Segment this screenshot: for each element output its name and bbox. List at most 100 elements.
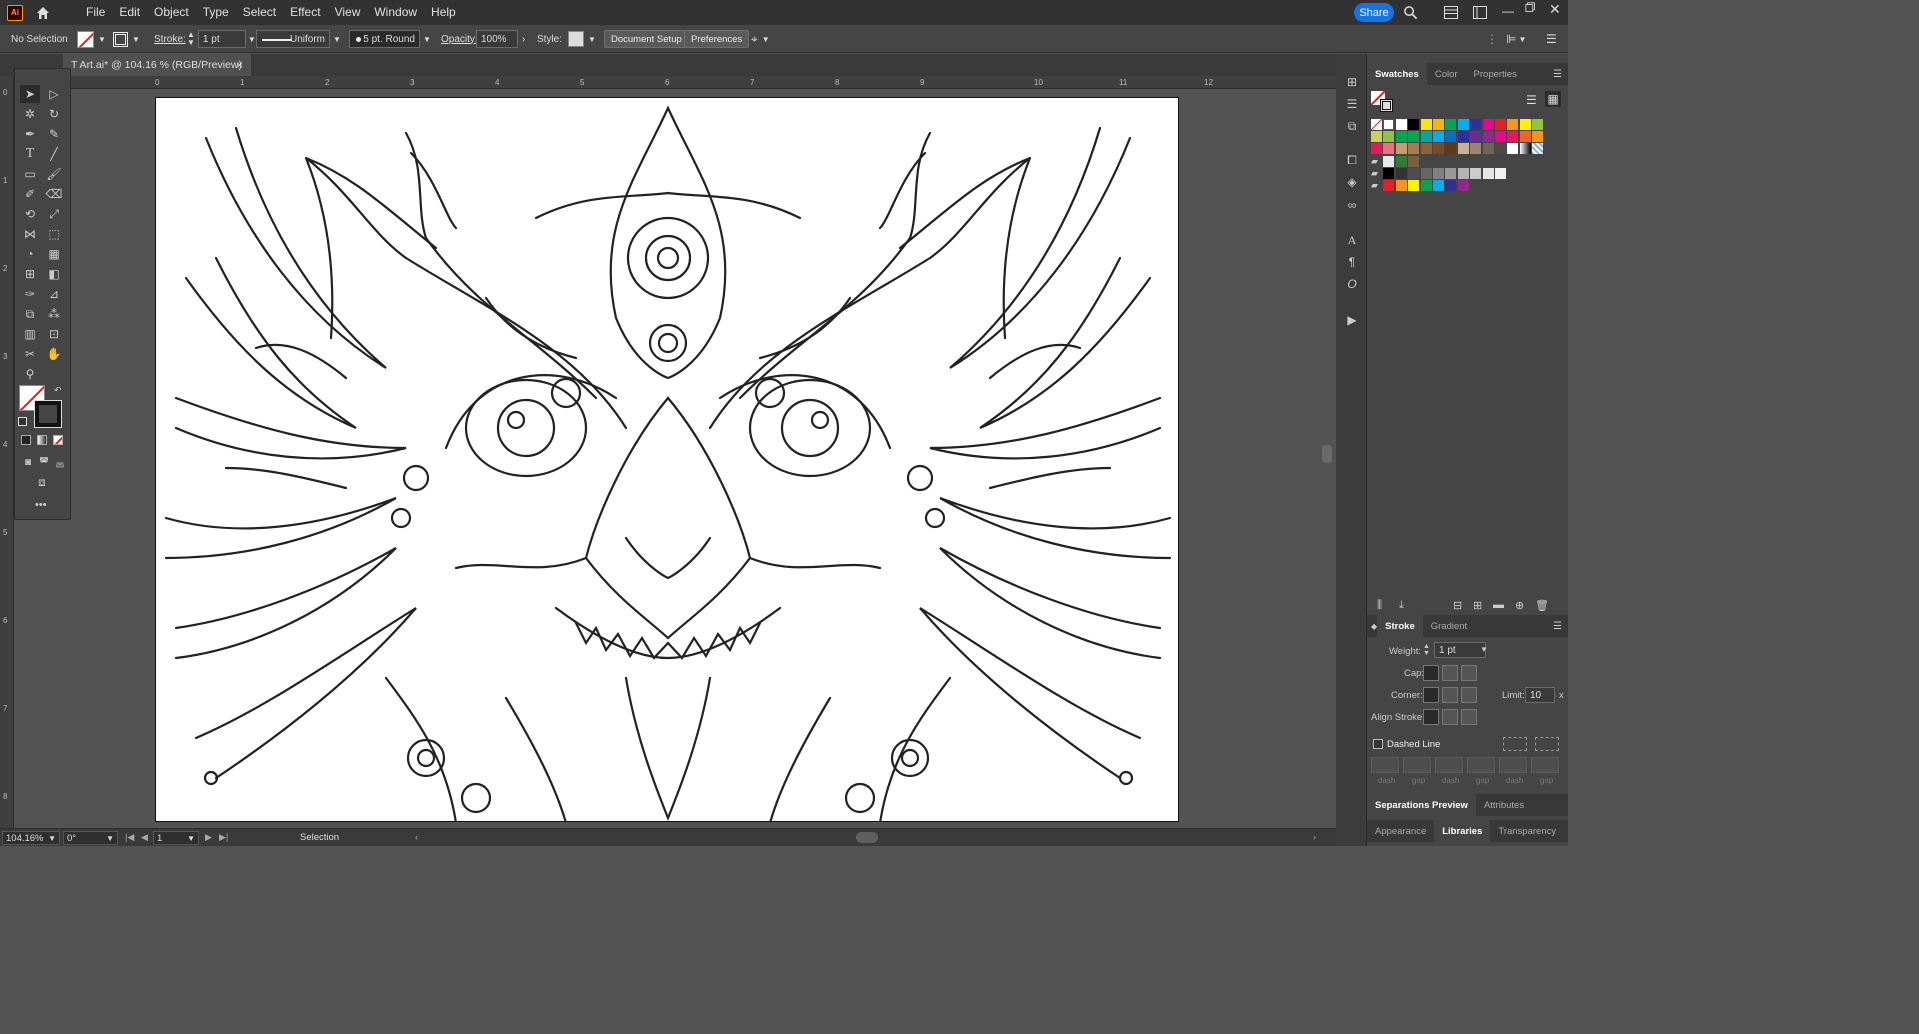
opacity-input[interactable]: 100%: [476, 30, 518, 48]
hand-tool-icon[interactable]: ✋: [44, 345, 64, 363]
weight-input[interactable]: 1 pt: [1434, 642, 1486, 658]
paragraph-panel-icon[interactable]: ¶: [1344, 254, 1360, 270]
screen-mode-icon[interactable]: ⧈: [32, 473, 52, 491]
actions-panel-icon[interactable]: ▶: [1344, 312, 1360, 328]
swatch-chip[interactable]: [1371, 131, 1382, 143]
swatch-chip[interactable]: [1408, 155, 1420, 167]
swatch-libraries-icon[interactable]: ⫼: [1377, 599, 1382, 612]
miter-join-icon[interactable]: [1423, 687, 1439, 703]
tab-appearance[interactable]: Appearance: [1367, 820, 1434, 842]
swap-fill-stroke-icon[interactable]: ↶: [54, 385, 62, 396]
align-center-icon[interactable]: [1423, 709, 1439, 725]
dash-field-2[interactable]: [1435, 757, 1463, 773]
swatch-chip[interactable]: [1519, 131, 1531, 143]
blend-tool-icon[interactable]: ⧉: [20, 305, 40, 323]
tab-attributes[interactable]: Attributes: [1476, 794, 1532, 816]
status-flyout-icon[interactable]: ‹: [415, 832, 418, 842]
swatch-chip[interactable]: [1470, 167, 1482, 179]
minimize-window-icon[interactable]: —: [1502, 4, 1516, 18]
gap-field-2[interactable]: [1467, 757, 1495, 773]
width-tool-icon[interactable]: ⋈: [20, 225, 40, 243]
type-tool-icon[interactable]: T: [20, 145, 40, 163]
pathfinder-panel-icon[interactable]: ⧉: [1344, 118, 1360, 134]
gradient-tool-icon[interactable]: ◧: [44, 265, 64, 283]
projecting-cap-icon[interactable]: [1461, 665, 1477, 681]
eyedropper-tool-icon[interactable]: ✑: [20, 285, 40, 303]
links-panel-icon[interactable]: ∞: [1344, 197, 1360, 213]
transform-options-icon[interactable]: ⌖: [751, 32, 758, 47]
last-artboard-icon[interactable]: ▶|: [219, 832, 228, 843]
swatch-chip[interactable]: [1395, 119, 1407, 130]
zoom-tool-icon[interactable]: ⚲: [20, 365, 40, 383]
distribute-icon[interactable]: ⋮: [1486, 32, 1498, 46]
swatch-chip[interactable]: [1482, 143, 1494, 155]
opentype-panel-icon[interactable]: O: [1344, 276, 1360, 292]
workspace-switcher-icon[interactable]: [1473, 6, 1487, 19]
align-icon[interactable]: ⊫: [1506, 32, 1516, 46]
swatch-chip[interactable]: [1420, 119, 1432, 130]
weight-dropdown-icon[interactable]: ▼: [1480, 645, 1488, 654]
selection-tool-icon[interactable]: ➤: [20, 85, 40, 103]
mesh-tool-icon[interactable]: ⊞: [20, 265, 40, 283]
swatch-chip[interactable]: [1408, 167, 1420, 179]
document-setup-button[interactable]: Document Setup: [604, 30, 689, 48]
line-tool-icon[interactable]: ╱: [44, 145, 64, 163]
swatch-chip[interactable]: [1383, 155, 1395, 167]
swatches-menu-icon[interactable]: ☰: [1553, 69, 1562, 80]
swatch-chip[interactable]: [1457, 119, 1469, 130]
search-icon[interactable]: [1403, 5, 1418, 20]
list-view-icon[interactable]: ☰: [1526, 93, 1537, 107]
gradient-mode-icon[interactable]: [37, 435, 47, 445]
variable-width-profile[interactable]: Uniform: [256, 30, 330, 48]
menu-file[interactable]: File: [79, 0, 112, 25]
draw-inside-icon[interactable]: ◛: [50, 453, 70, 471]
menu-select[interactable]: Select: [236, 0, 283, 25]
swatch-chip[interactable]: [1395, 155, 1407, 167]
menu-help[interactable]: Help: [424, 0, 463, 25]
symbol-sprayer-tool-icon[interactable]: ⁂: [44, 305, 64, 323]
menu-view[interactable]: View: [328, 0, 368, 25]
bevel-join-icon[interactable]: [1461, 687, 1477, 703]
menu-window[interactable]: Window: [367, 0, 424, 25]
align-dropdown-icon[interactable]: ▼: [1518, 35, 1526, 44]
vertical-scrollbar-thumb[interactable]: [1322, 445, 1332, 463]
artboards-panel-icon[interactable]: ⊞: [1344, 74, 1360, 90]
swatch-chip[interactable]: [1383, 131, 1395, 143]
rotate-tool-icon[interactable]: ⟲: [20, 205, 40, 223]
color-mode-icon[interactable]: [21, 435, 31, 445]
swatch-chip[interactable]: [1482, 131, 1494, 143]
align-outside-icon[interactable]: [1461, 709, 1477, 725]
fill-swatch[interactable]: [77, 30, 94, 48]
arrange-documents-icon[interactable]: [1444, 6, 1458, 19]
swatch-chip[interactable]: [1445, 131, 1457, 143]
swatch-chip[interactable]: [1495, 131, 1506, 143]
slice-tool-icon[interactable]: ✂: [20, 345, 40, 363]
swatch-chip[interactable]: [1395, 131, 1407, 143]
swatch-chip[interactable]: [1457, 131, 1469, 143]
first-artboard-icon[interactable]: |◀: [125, 832, 134, 843]
swatches-stroke-indicator[interactable]: [1380, 99, 1393, 112]
pen-tool-icon[interactable]: ✒: [20, 125, 40, 143]
menu-edit[interactable]: Edit: [112, 0, 147, 25]
layers-panel-icon[interactable]: ◈: [1344, 174, 1360, 190]
artboard-number-field[interactable]: 1 ▼: [153, 831, 199, 845]
gap-field-3[interactable]: [1531, 757, 1559, 773]
swatch-chip[interactable]: [1371, 119, 1382, 130]
tab-properties[interactable]: Properties: [1466, 63, 1525, 85]
none-mode-icon[interactable]: [53, 435, 63, 445]
scale-tool-icon[interactable]: ⤢: [44, 205, 64, 223]
curvature-tool-icon[interactable]: ✎: [44, 125, 64, 143]
asset-export-icon[interactable]: ⧠: [1344, 152, 1360, 168]
tab-transparency[interactable]: Transparency: [1490, 820, 1564, 842]
tab-gradient[interactable]: Gradient: [1423, 615, 1475, 637]
swatch-chip[interactable]: [1383, 167, 1395, 179]
grid-view-icon[interactable]: ▦: [1545, 91, 1561, 107]
document-tab[interactable]: T Art.ai* @ 104.16 % (RGB/Preview) ×: [63, 54, 251, 76]
tab-libraries[interactable]: Libraries: [1434, 820, 1491, 842]
swatch-chip[interactable]: [1495, 167, 1506, 179]
previous-artboard-icon[interactable]: ◀: [141, 832, 148, 843]
stroke-menu-icon[interactable]: ☰: [1553, 621, 1562, 632]
swatch-chip[interactable]: [1433, 119, 1444, 130]
swatch-chip[interactable]: [1445, 167, 1457, 179]
color-group-folder-icon[interactable]: ▰: [1371, 180, 1382, 191]
